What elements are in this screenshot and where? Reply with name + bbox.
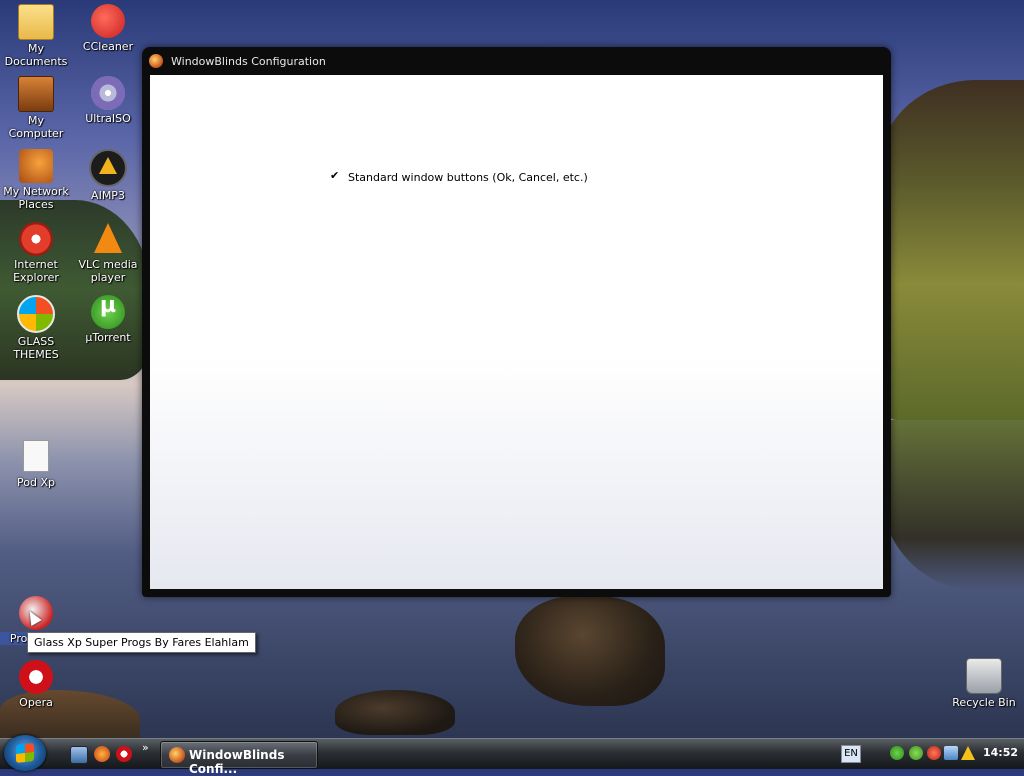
desktop-icon-vlc[interactable]: VLC media player [72,222,144,284]
desktop-icon-label: AIMP3 [91,189,125,202]
desktop-icon-label: Internet Explorer [13,258,59,284]
quicklaunch-more-chevron[interactable]: » [142,741,149,754]
vlc-icon [91,222,125,256]
desktop-icon-label: My Computer [8,114,64,140]
desktop-icon-label: VLC media player [78,258,138,284]
desktop-icon-label: CCleaner [82,40,134,53]
desktop-icon-my-network-places[interactable]: My Network Places [0,149,72,211]
desktop-icon-label: My Documents [4,42,68,68]
wallpaper-hill-reflection [880,420,1024,590]
taskbar: » WindowBlinds Confi... EN 14:52 [0,735,1024,776]
app-icon [149,54,163,68]
desktop-icon-ccleaner[interactable]: CCleaner [72,4,144,53]
desktop-icon-label: Pod Xp [17,476,55,489]
file-icon [23,440,49,472]
desktop-icon-my-documents[interactable]: My Documents [0,4,72,68]
opera-icon [19,660,53,694]
desktop-icon-my-computer[interactable]: My Computer [0,76,72,140]
windows-logo-icon [16,743,34,763]
standard-buttons-option[interactable]: Standard window buttons (Ok, Cancel, etc… [330,169,588,184]
desktop-icon-label: µTorrent [85,331,131,344]
desktop-icon-label: My Network Places [3,185,69,211]
checkbox-label[interactable]: Standard window buttons (Ok, Cancel, etc… [348,171,588,184]
desktop-icon-label: GLASS THEMES [13,335,59,361]
windowblinds-configuration-window[interactable]: WindowBlinds Configuration Standard wind… [142,47,891,597]
taskbar-button-windowblinds[interactable]: WindowBlinds Confi... [160,741,318,776]
opera-quicklaunch-icon[interactable] [116,746,132,762]
network-icon [19,149,53,183]
utorrent-tray-icon[interactable] [890,746,904,760]
computer-icon [18,76,54,112]
wallpaper-rock-small [335,690,455,735]
utorrent-icon [91,295,125,329]
recycle-bin-icon [966,658,1002,694]
desktop-icon-opera[interactable]: Opera [0,660,72,709]
start-button[interactable] [4,735,46,771]
language-indicator[interactable]: EN [841,745,861,763]
ccleaner-icon [91,4,125,38]
window-titlebar[interactable]: WindowBlinds Configuration [142,47,891,75]
windows-logo-icon [17,295,55,333]
desktop-icon-ultraiso[interactable]: UltraISO [72,76,144,125]
wand-tray-icon[interactable] [961,746,975,760]
monitor-tray-icon[interactable] [944,746,958,760]
show-desktop-icon[interactable] [70,746,88,764]
ie-icon [19,222,53,256]
desktop-icon-label: Recycle Bin [952,696,1016,709]
app-icon [169,747,185,763]
tooltip: Glass Xp Super Progs By Fares Elahlam [27,632,256,653]
disc-icon [91,76,125,110]
taskbar-button-label: WindowBlinds Confi... [189,748,285,776]
checkbox-checked-icon[interactable] [330,169,341,183]
desktop-icon-pod-xp[interactable]: Pod Xp [0,440,72,489]
window-title: WindowBlinds Configuration [171,55,326,68]
wallpaper-rock [515,596,665,706]
wallpaper-hill-right [880,80,1024,420]
desktop-icon-glass-themes[interactable]: GLASS THEMES [0,295,72,361]
desktop-icon-label: Opera [19,696,53,709]
folder-icon [18,4,54,40]
window-client-area: Standard window buttons (Ok, Cancel, etc… [150,75,883,589]
desktop-icon-internet-explorer[interactable]: Internet Explorer [0,222,72,284]
aimp-icon [89,149,127,187]
network-tray-icon[interactable] [927,746,941,760]
firefox-icon[interactable] [94,746,110,762]
desktop-icon-recycle-bin[interactable]: Recycle Bin [948,658,1020,709]
desktop-icon-utorrent[interactable]: µTorrent [72,295,144,344]
desktop-icon-label: UltraISO [85,112,131,125]
security-tray-icon[interactable] [909,746,923,760]
clock[interactable]: 14:52 [983,746,1018,759]
desktop-icon-aimp3[interactable]: AIMP3 [72,149,144,202]
